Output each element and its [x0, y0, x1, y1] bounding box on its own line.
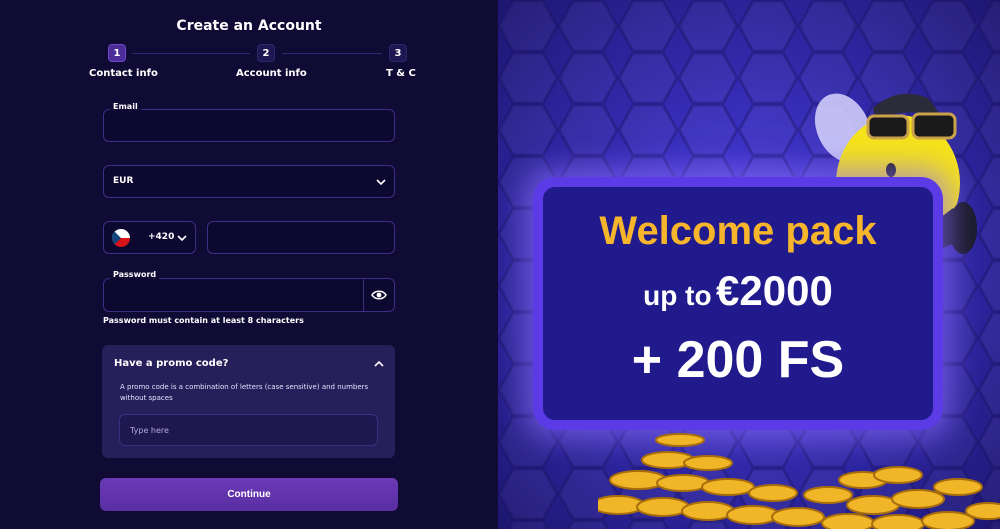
- step-2-label: Account info: [236, 68, 307, 79]
- step-1-label: Contact info: [89, 68, 158, 79]
- promo-banner: Welcome pack up to €2000 + 200 FS: [498, 0, 1000, 529]
- eye-icon: [371, 290, 387, 300]
- promo-code-section: Have a promo code? A promo code is a com…: [102, 345, 395, 458]
- gold-coins-illustration: [598, 433, 1000, 529]
- czech-flag-icon: [112, 229, 130, 247]
- promo-code-input[interactable]: [119, 414, 378, 446]
- amount-prefix: up to: [643, 280, 712, 311]
- step-1-number[interactable]: 1: [108, 44, 126, 62]
- currency-value: EUR: [113, 176, 134, 186]
- currency-select[interactable]: [103, 165, 395, 198]
- chevron-down-icon: [376, 179, 386, 186]
- phone-number-field[interactable]: [207, 221, 395, 254]
- email-label: Email: [110, 102, 141, 111]
- welcome-pack-board-inner: Welcome pack up to €2000 + 200 FS: [543, 187, 933, 420]
- continue-button[interactable]: Continue: [100, 478, 398, 511]
- password-hint: Password must contain at least 8 charact…: [103, 316, 304, 325]
- registration-panel: Create an Account 1 2 3 Contact info Acc…: [0, 0, 498, 529]
- step-connector: [282, 53, 382, 54]
- step-connector: [132, 53, 250, 54]
- email-field[interactable]: [103, 109, 395, 142]
- step-3-label: T & C: [386, 68, 416, 79]
- form-title: Create an Account: [176, 18, 322, 34]
- phone-code-value: +420: [148, 232, 175, 242]
- toggle-password-visibility-button[interactable]: [363, 278, 395, 312]
- welcome-pack-amount: up to €2000: [543, 267, 933, 315]
- password-field[interactable]: [103, 278, 365, 312]
- amount-value: €2000: [716, 267, 833, 314]
- chevron-down-icon: [177, 235, 187, 242]
- step-3-number[interactable]: 3: [389, 44, 407, 62]
- promo-code-toggle[interactable]: Have a promo code?: [114, 358, 228, 369]
- welcome-pack-board: Welcome pack up to €2000 + 200 FS: [533, 177, 943, 430]
- welcome-pack-headline: Welcome pack: [599, 209, 877, 253]
- password-label: Password: [110, 270, 160, 279]
- free-spins-text: + 200 FS: [631, 331, 845, 389]
- step-2-number[interactable]: 2: [257, 44, 275, 62]
- promo-code-description: A promo code is a combination of letters…: [120, 383, 369, 402]
- chevron-up-icon[interactable]: [374, 360, 384, 368]
